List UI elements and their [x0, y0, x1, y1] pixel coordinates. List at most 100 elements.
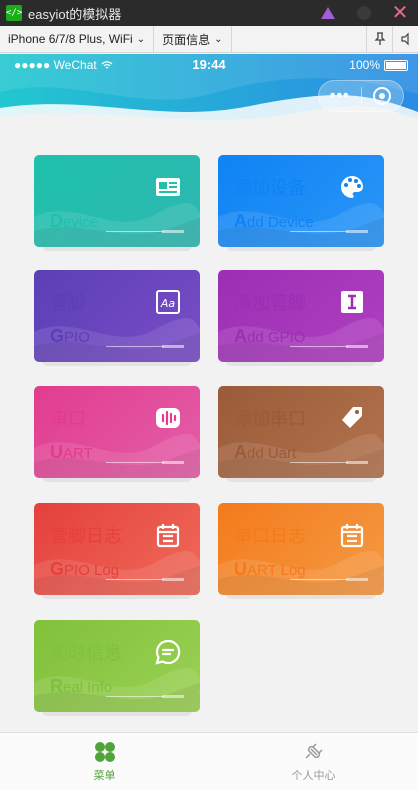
card-underline-accent [162, 461, 184, 464]
card-subtitle-initial: D [50, 211, 63, 231]
tag-icon [342, 407, 362, 428]
close-icon: ✕ [391, 2, 409, 24]
mute-button[interactable] [392, 25, 418, 53]
card-subtitle-rest: dd Uart [247, 445, 297, 462]
card-title: 串口 [50, 409, 86, 429]
chat-icon [155, 639, 181, 665]
card-underline [106, 346, 164, 347]
font-icon: Aa [156, 290, 180, 314]
text-cursor-icon [341, 291, 363, 313]
card-underline-accent [346, 345, 368, 348]
menu-card[interactable]: 实时信息 Real Info [34, 620, 200, 712]
menu-card[interactable]: 管脚 GPIO Aa [34, 270, 200, 362]
menu-card[interactable]: 设备 Device [34, 155, 200, 247]
card-subtitle: UART Log [234, 559, 306, 580]
exit-button[interactable] [362, 87, 404, 105]
card-subtitle-rest: ART Log [247, 562, 306, 579]
card-title: 串口日志 [234, 526, 306, 546]
status-battery: 100% [349, 58, 408, 72]
maximize-button[interactable] [346, 0, 382, 26]
card-subtitle-initial: U [234, 559, 247, 579]
card-subtitle-initial: G [50, 559, 65, 579]
phone-screen: ●●●●● WeChat 19:44 100% ••• 设备 Device 添加设备… [0, 54, 418, 790]
card-underline [106, 231, 164, 232]
menu-card[interactable]: 管脚日志 GPIO Log [34, 503, 200, 595]
card-subtitle-rest: PIO [64, 329, 90, 346]
card-subtitle: Add Uart [234, 442, 296, 463]
tab-menu[interactable]: 菜单 [0, 733, 209, 790]
window-titlebar: </> easyiot的模拟器 ✕ [0, 0, 418, 26]
card-subtitle: GPIO Log [50, 559, 119, 580]
card-title: 管脚日志 [50, 526, 122, 546]
close-button[interactable]: ✕ [382, 0, 418, 26]
card-underline-accent [346, 578, 368, 581]
pin-button[interactable] [366, 25, 392, 53]
card-underline-accent [346, 230, 368, 233]
voice-icon [156, 408, 180, 428]
pin-icon [373, 32, 386, 45]
card-underline [290, 231, 348, 232]
tab-profile-label: 个人中心 [291, 770, 336, 782]
menu-card[interactable]: 串口 UART [34, 386, 200, 478]
card-subtitle: UART [50, 442, 93, 463]
card-subtitle-initial: A [234, 442, 247, 462]
card-subtitle-rest: eal Info [63, 679, 113, 696]
card-underline-accent [162, 578, 184, 581]
circle-icon [357, 6, 371, 20]
card-subtitle-initial: A [234, 326, 247, 346]
card-subtitle-rest: dd GPIO [247, 329, 306, 346]
card-title: 添加管脚 [234, 293, 306, 313]
device-select-label: iPhone 6/7/8 Plus, WiFi [8, 32, 133, 46]
triangle-icon [321, 7, 335, 19]
plug-icon [304, 743, 323, 759]
card-subtitle-rest: dd Device [247, 214, 314, 231]
card-subtitle-rest: ART [63, 445, 93, 462]
card-underline-accent [162, 230, 184, 233]
card-underline-accent [346, 461, 368, 464]
status-bar: ●●●●● WeChat 19:44 100% ••• [0, 54, 418, 124]
more-button[interactable]: ••• [319, 87, 361, 105]
page-info-label: 页面信息 [162, 32, 211, 47]
card-subtitle-initial: A [234, 211, 247, 231]
card-underline [106, 696, 164, 697]
card-title: 管脚 [50, 293, 86, 313]
simulator-toolbar: iPhone 6/7/8 Plus, WiFi ⌄ 页面信息 ⌄ [0, 25, 418, 53]
menu-card[interactable]: 串口日志 UART Log [218, 503, 384, 595]
card-title: 设备 [50, 178, 86, 198]
card-subtitle-initial: G [50, 326, 65, 346]
card-subtitle-rest: evice [63, 214, 99, 231]
card-subtitle: Device [50, 211, 98, 232]
battery-icon [384, 59, 408, 71]
svg-text:Aa: Aa [160, 297, 176, 310]
app-logo-icon: </> [6, 5, 22, 21]
card-underline [290, 579, 348, 580]
card-underline [290, 462, 348, 463]
card-underline [106, 462, 164, 463]
card-subtitle: Add Device [234, 211, 314, 232]
battery-percent: 100% [349, 58, 380, 72]
card-underline [106, 579, 164, 580]
minimize-button[interactable] [310, 0, 346, 26]
device-select[interactable]: iPhone 6/7/8 Plus, WiFi ⌄ [0, 25, 155, 53]
card-underline [290, 346, 348, 347]
chevron-down-icon: ⌄ [136, 33, 146, 45]
chevron-down-icon: ⌄ [214, 33, 223, 45]
palette-icon [341, 176, 363, 198]
card-subtitle-initial: U [50, 442, 63, 462]
tab-menu-label: 菜单 [93, 770, 116, 782]
page-info-select[interactable]: 页面信息 ⌄ [154, 25, 232, 53]
card-underline-accent [162, 345, 184, 348]
menu-card[interactable]: 添加设备 Add Device [218, 155, 384, 247]
menu-card[interactable]: 添加管脚 Add GPIO [218, 270, 384, 362]
calendar-icon [340, 524, 364, 548]
window-title: easyiot的模拟器 [28, 6, 122, 22]
card-title: 实时信息 [50, 643, 122, 663]
tab-profile[interactable]: 个人中心 [209, 733, 418, 790]
menu-card[interactable]: 添加串口 Add Uart [218, 386, 384, 478]
card-subtitle: GPIO [50, 326, 90, 347]
miniprogram-capsule: ••• [318, 80, 404, 112]
speaker-icon [400, 32, 409, 46]
card-underline-accent [162, 695, 184, 698]
id-card-icon [156, 178, 180, 196]
card-title: 添加设备 [234, 178, 306, 198]
